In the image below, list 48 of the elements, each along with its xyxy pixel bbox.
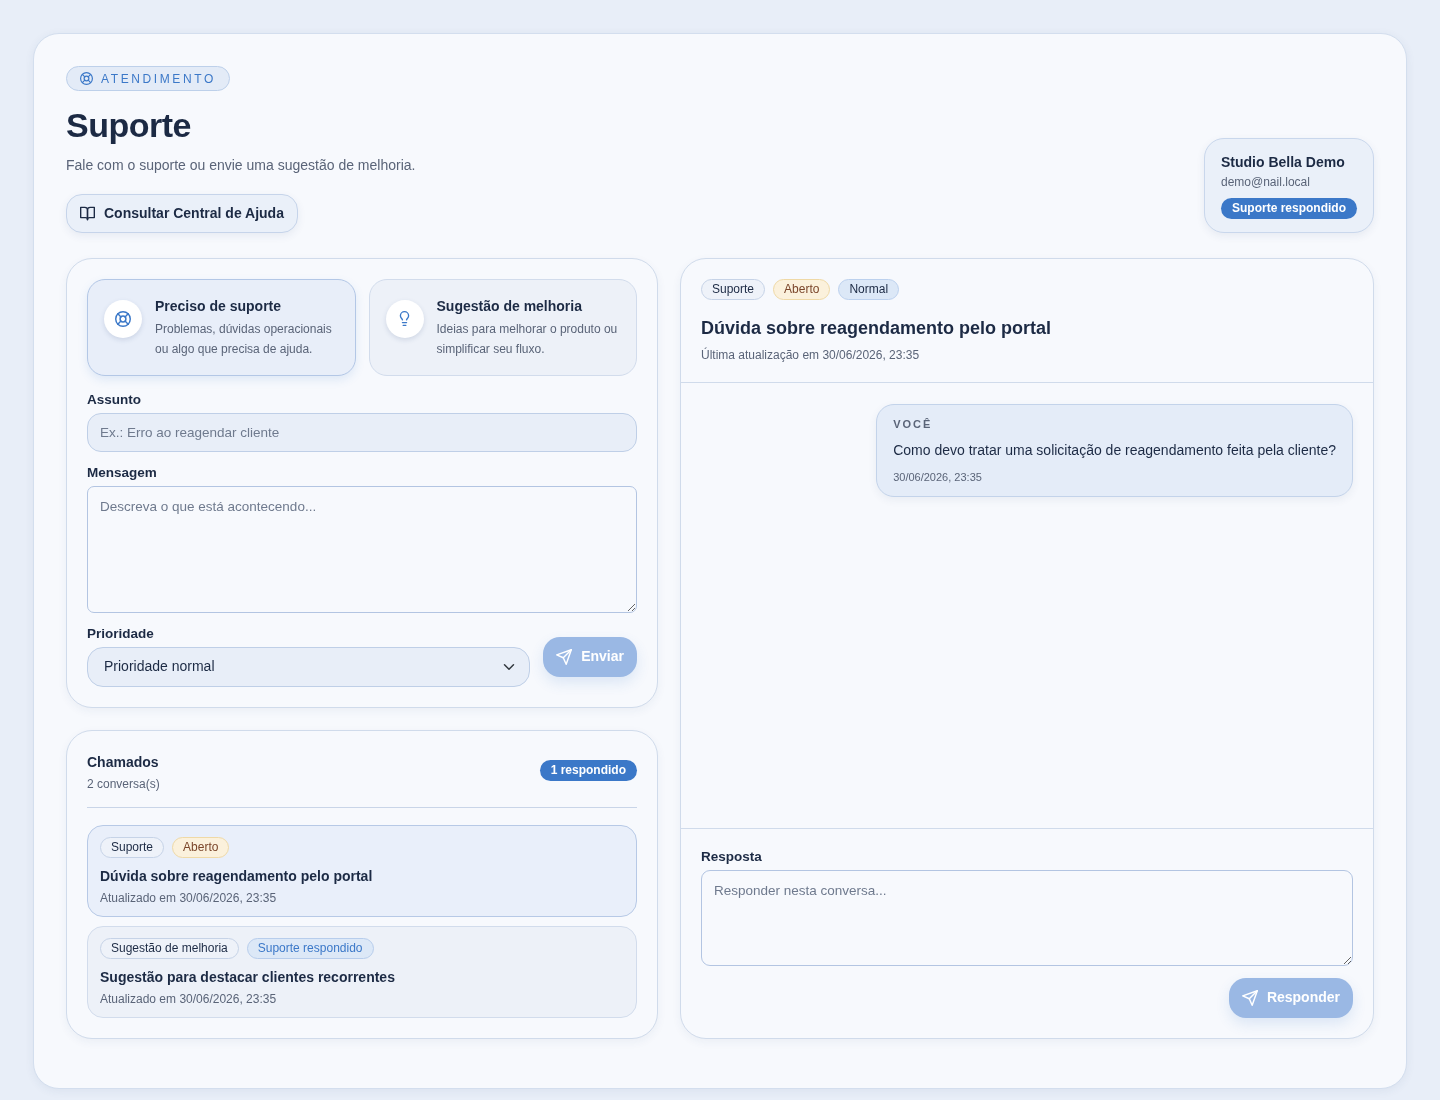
- message-author: VOCÊ: [893, 416, 934, 431]
- category-tag: Suporte: [701, 278, 766, 300]
- message-time: 30/06/2026, 23:35: [893, 469, 983, 484]
- status-tag: Aberto: [773, 278, 831, 300]
- status-tag: Suporte respondido: [246, 937, 374, 959]
- field-label: Resposta: [701, 847, 763, 865]
- ticket-updated: Atualizado em 30/06/2026, 23:35: [100, 889, 278, 906]
- status-badge: Suporte respondido: [1221, 197, 1357, 219]
- request-type-option[interactable]: Sugestão de melhoria Ideias para melhorar o produto ou simplificar seu fluxo.: [368, 278, 637, 376]
- message-text: Como devo tratar uma solicitação de reagendamento feita pela cliente?: [893, 440, 1336, 459]
- option-description: Ideias para melhorar o produto ou simplificar seu fluxo.: [436, 320, 619, 358]
- conversation-title: Dúvida sobre reagendamento pelo portal: [701, 316, 1053, 339]
- book-icon: [80, 205, 95, 221]
- tickets-count: 2 conversa(s): [87, 775, 160, 792]
- account-name: Studio Bella Demo: [1221, 152, 1346, 171]
- option-title: Sugestão de melhoria: [436, 296, 583, 315]
- field-label: Assunto: [87, 390, 142, 408]
- category-tag: Sugestão de melhoria: [100, 937, 239, 959]
- priority-tag: Normal: [838, 278, 900, 300]
- field-label: Prioridade: [87, 624, 155, 642]
- field-label: Mensagem: [87, 463, 158, 481]
- tickets-title: Chamados: [87, 752, 160, 771]
- ticket-item[interactable]: Suporte Aberto Dúvida sobre reagendamento pelo portal Atualizado em 30/06/2026, 23:35: [87, 824, 637, 917]
- message-textarea[interactable]: Descreva o que está acontecendo...: [87, 485, 637, 613]
- ticket-title: Dúvida sobre reagendamento pelo portal: [100, 866, 374, 885]
- option-description: Problemas, dúvidas operacionais ou algo que precisa de ajuda.: [155, 320, 333, 358]
- option-title: Preciso de suporte: [155, 296, 283, 315]
- page-title: Suporte: [66, 105, 192, 146]
- status-tag: Aberto: [172, 836, 230, 858]
- help-center-button[interactable]: Consultar Central de Ajuda: [66, 193, 298, 233]
- account-email: demo@nail.local: [1221, 173, 1311, 190]
- ticket-updated: Atualizado em 30/06/2026, 23:35: [100, 990, 278, 1007]
- priority-select[interactable]: Prioridade normal: [87, 646, 531, 687]
- conversation-updated: Última atualização em 30/06/2026, 23:35: [701, 346, 921, 363]
- lightbulb-icon: [385, 299, 424, 338]
- request-type-option[interactable]: Preciso de suporte Problemas, dúvidas operacionais ou algo que precisa de ajuda.: [87, 278, 356, 376]
- page-subtitle: Fale com o suporte ou envie uma sugestão de melhoria.: [66, 155, 416, 175]
- section-eyebrow: ATENDIMENTO: [66, 66, 230, 91]
- reply-textarea[interactable]: Responder nesta conversa...: [701, 869, 1353, 966]
- lifebuoy-icon: [104, 299, 142, 338]
- answered-count-badge: 1 respondido: [539, 759, 637, 781]
- lifebuoy-icon: [80, 72, 93, 85]
- ticket-item[interactable]: Sugestão de melhoria Suporte respondido Sugestão para destacar clientes recorrentes Atualizado em 30/06/2026, 23:35: [87, 925, 637, 1018]
- ticket-title: Sugestão para destacar clientes recorrentes: [100, 967, 396, 986]
- send-icon: [1241, 989, 1258, 1006]
- send-icon: [556, 648, 573, 665]
- subject-input[interactable]: Ex.: Erro ao reagendar cliente: [87, 412, 637, 452]
- category-tag: Suporte: [100, 836, 165, 858]
